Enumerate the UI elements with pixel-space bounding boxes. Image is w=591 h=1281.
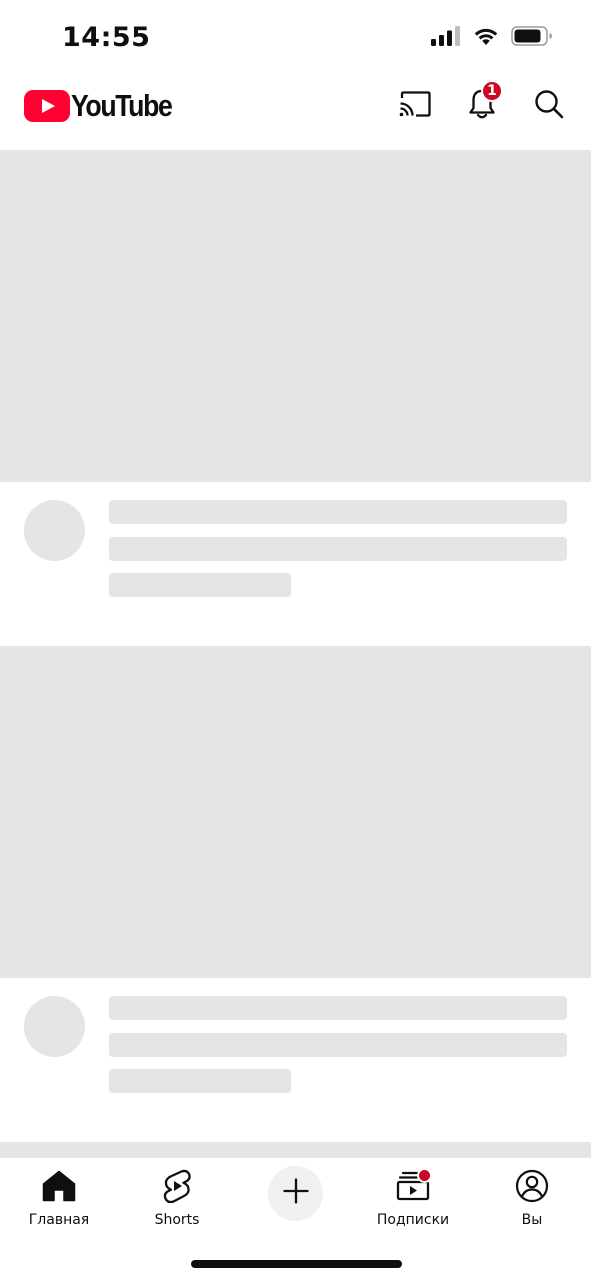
nav-subscriptions[interactable]: Подписки bbox=[358, 1166, 468, 1236]
title-line-placeholder bbox=[109, 537, 567, 561]
profile-icon bbox=[514, 1168, 550, 1204]
video-card-skeleton bbox=[0, 150, 591, 646]
avatar-placeholder bbox=[24, 500, 85, 561]
new-content-dot bbox=[417, 1168, 432, 1183]
video-card-skeleton bbox=[0, 646, 591, 1142]
search-button[interactable] bbox=[533, 89, 565, 124]
nav-label: Подписки bbox=[376, 1212, 450, 1228]
cast-button[interactable] bbox=[399, 90, 431, 122]
title-line-placeholder bbox=[109, 996, 567, 1020]
nav-shorts[interactable]: Shorts bbox=[122, 1166, 232, 1236]
meta-line-placeholder bbox=[109, 1069, 291, 1093]
video-feed bbox=[0, 150, 591, 1142]
youtube-play-icon bbox=[24, 90, 70, 122]
wifi-icon bbox=[473, 26, 499, 46]
nav-label: Shorts bbox=[154, 1212, 200, 1228]
status-bar: 14:55 bbox=[0, 0, 591, 78]
battery-icon bbox=[511, 26, 553, 46]
title-line-placeholder bbox=[109, 1033, 567, 1057]
title-line-placeholder bbox=[109, 500, 567, 524]
meta-line-placeholder bbox=[109, 573, 291, 597]
subscriptions-icon bbox=[395, 1168, 432, 1204]
avatar-placeholder bbox=[24, 996, 85, 1057]
app-header: YouTube 1 bbox=[0, 78, 591, 134]
nav-label: Главная bbox=[28, 1212, 90, 1228]
header-actions: 1 bbox=[399, 80, 565, 126]
nav-label: Вы bbox=[521, 1212, 543, 1228]
status-icons bbox=[431, 26, 553, 46]
shorts-icon bbox=[159, 1168, 195, 1204]
nav-you[interactable]: Вы bbox=[477, 1166, 587, 1236]
home-indicator[interactable] bbox=[191, 1260, 402, 1268]
thumbnail-placeholder bbox=[0, 1142, 591, 1158]
status-time: 14:55 bbox=[62, 22, 151, 53]
search-icon bbox=[534, 89, 564, 124]
signal-icon bbox=[431, 26, 461, 46]
thumbnail-placeholder bbox=[0, 646, 591, 978]
notifications-button[interactable]: 1 bbox=[466, 80, 503, 122]
home-icon bbox=[41, 1168, 77, 1204]
plus-icon bbox=[282, 1178, 309, 1209]
cast-icon bbox=[398, 90, 432, 123]
logo-text: YouTube bbox=[71, 88, 173, 123]
notification-badge: 1 bbox=[481, 80, 503, 102]
nav-home[interactable]: Главная bbox=[4, 1166, 114, 1236]
thumbnail-placeholder bbox=[0, 150, 591, 482]
create-button[interactable] bbox=[268, 1166, 323, 1221]
youtube-logo[interactable]: YouTube bbox=[24, 86, 188, 126]
